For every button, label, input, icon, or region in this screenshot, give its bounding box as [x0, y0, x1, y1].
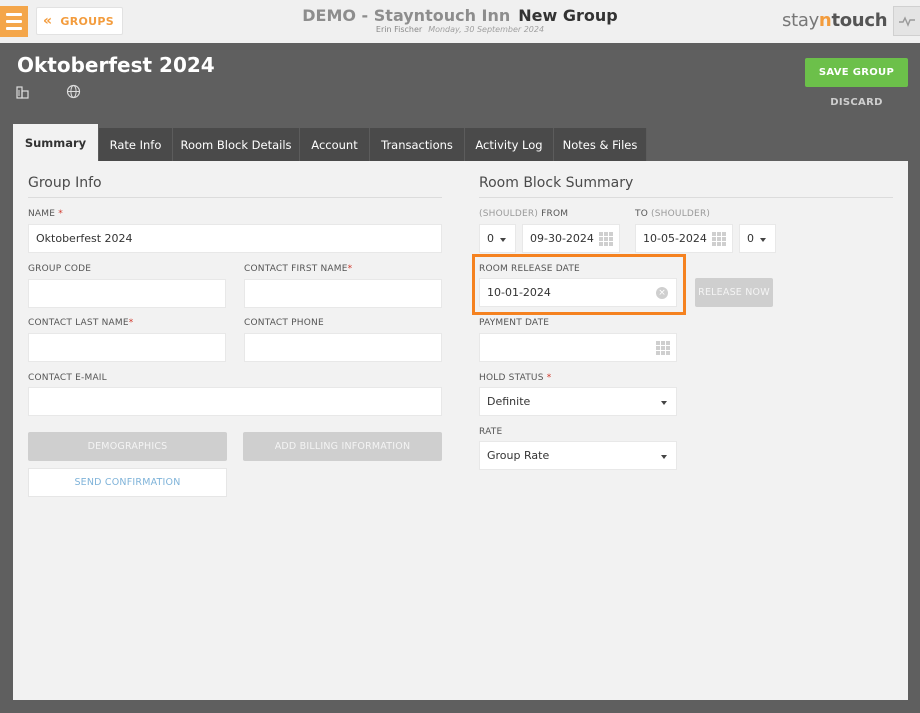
calendar-icon [599, 232, 613, 246]
back-to-groups-button[interactable]: « GROUPS [36, 7, 123, 35]
menu-icon[interactable] [0, 6, 28, 37]
highlight-box [472, 254, 686, 315]
business-date: Monday, 30 September 2024 [428, 25, 545, 34]
payment-date-label: PAYMENT DATE [479, 318, 550, 328]
page-heading: New Group [518, 6, 618, 25]
contact-email-label: CONTACT E-MAIL [28, 373, 107, 383]
from-shoulder-select[interactable]: 0 [479, 224, 516, 253]
tab-summary[interactable]: Summary [13, 124, 99, 161]
rate-select[interactable]: Group Rate [479, 441, 677, 470]
tab-rate-info[interactable]: Rate Info [99, 128, 173, 161]
tab-notes-files[interactable]: Notes & Files [554, 128, 647, 161]
contact-last-name-label: CONTACT LAST NAME* [28, 318, 134, 328]
to-label: TO (SHOULDER) [635, 209, 711, 219]
tab-activity-log[interactable]: Activity Log [465, 128, 554, 161]
contact-email-input[interactable] [28, 387, 442, 416]
tab-bar: Summary Rate Info Room Block Details Acc… [13, 124, 647, 161]
divider [28, 197, 442, 198]
room-block-summary-title: Room Block Summary [479, 175, 634, 191]
dropdown-caret-icon [661, 455, 667, 459]
calendar-icon [712, 232, 726, 246]
contact-first-name-input[interactable] [244, 279, 442, 308]
discard-button[interactable]: DISCARD [805, 97, 908, 108]
calendar-icon [656, 341, 670, 355]
page-title: DEMO - Stayntouch Inn New Group Erin Fisc… [250, 6, 670, 34]
back-button-label: GROUPS [60, 14, 114, 28]
tab-account[interactable]: Account [300, 128, 370, 161]
divider [479, 197, 893, 198]
top-bar: « GROUPS DEMO - Stayntouch Inn New Group … [0, 0, 920, 43]
group-code-input[interactable] [28, 279, 226, 308]
dropdown-caret-icon [661, 401, 667, 405]
to-date-input[interactable]: 10-05-2024 [635, 224, 733, 253]
dropdown-caret-icon [500, 238, 506, 242]
name-label: NAME * [28, 209, 63, 219]
from-date-input[interactable]: 09-30-2024 [522, 224, 620, 253]
group-name-heading: Oktoberfest 2024 [17, 53, 215, 77]
to-shoulder-select[interactable]: 0 [739, 224, 776, 253]
double-chevron-left-icon: « [43, 13, 53, 29]
contact-phone-input[interactable] [244, 333, 442, 362]
globe-icon[interactable] [66, 84, 82, 100]
user-name: Erin Fischer [375, 25, 423, 34]
release-now-button[interactable]: RELEASE NOW [695, 278, 773, 307]
contact-last-name-input[interactable] [28, 333, 226, 362]
tab-transactions[interactable]: Transactions [370, 128, 465, 161]
contact-phone-label: CONTACT PHONE [244, 318, 324, 328]
hotel-title: DEMO - Stayntouch Inn [302, 6, 511, 25]
stayntouch-logo: stayntouch [782, 10, 888, 31]
add-billing-information-button[interactable]: ADD BILLING INFORMATION [243, 432, 442, 461]
from-label: (SHOULDER) FROM [479, 209, 569, 219]
group-name-input[interactable]: Oktoberfest 2024 [28, 224, 442, 253]
pulse-icon[interactable] [893, 6, 920, 36]
building-icon[interactable] [16, 84, 32, 100]
send-confirmation-button[interactable]: SEND CONFIRMATION [28, 468, 227, 497]
rate-label: RATE [479, 427, 503, 437]
payment-date-input[interactable] [479, 333, 677, 362]
save-group-button[interactable]: SAVE GROUP [805, 58, 908, 87]
demographics-button[interactable]: DEMOGRAPHICS [28, 432, 227, 461]
tab-room-block-details[interactable]: Room Block Details [173, 128, 300, 161]
contact-first-name-label: CONTACT FIRST NAME* [244, 264, 353, 274]
hold-status-label: HOLD STATUS * [479, 373, 552, 383]
group-info-title: Group Info [28, 175, 102, 191]
dropdown-caret-icon [760, 238, 766, 242]
hold-status-select[interactable]: Definite [479, 387, 677, 416]
group-code-label: GROUP CODE [28, 264, 92, 274]
